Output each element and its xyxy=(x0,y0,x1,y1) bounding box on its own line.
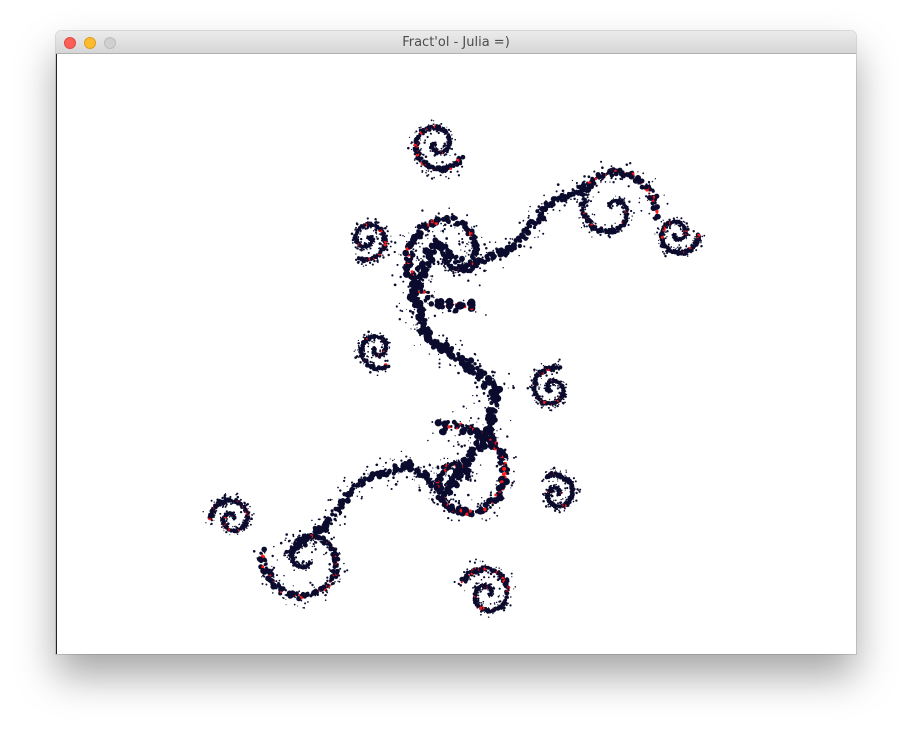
julia-fractal-image xyxy=(202,119,706,618)
app-window: Fract'ol - Julia =) xyxy=(56,31,856,654)
window-title: Fract'ol - Julia =) xyxy=(402,35,510,50)
title-bar[interactable]: Fract'ol - Julia =) xyxy=(56,31,856,54)
fractal-canvas[interactable] xyxy=(56,54,856,654)
